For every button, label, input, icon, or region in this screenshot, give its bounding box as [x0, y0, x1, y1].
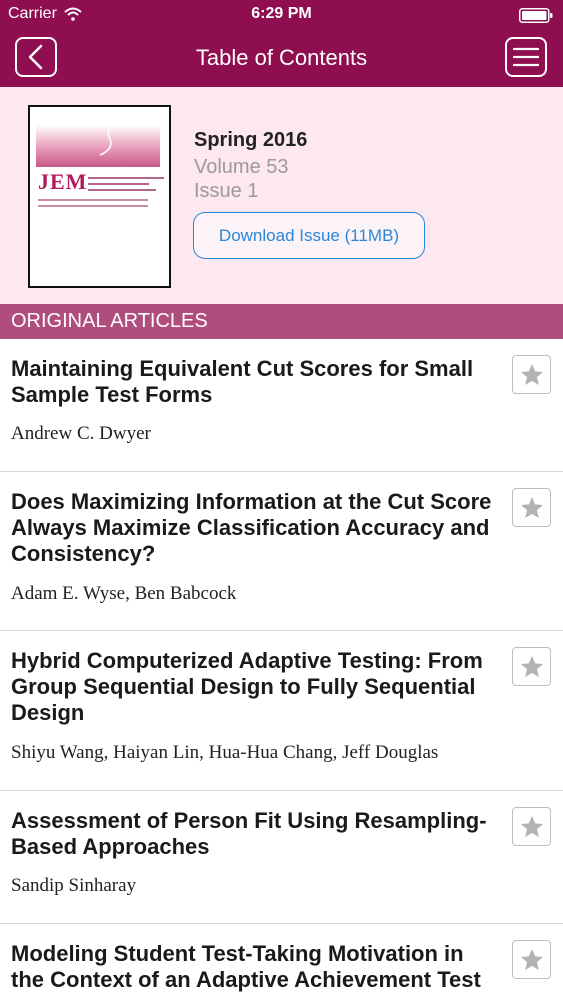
cover-text-lines: [88, 177, 164, 195]
favorite-button[interactable]: [512, 647, 551, 686]
article-title[interactable]: Hybrid Computerized Adaptive Testing: Fr…: [11, 648, 501, 726]
article-title[interactable]: Maintaining Equivalent Cut Scores for Sm…: [11, 356, 501, 408]
list-item[interactable]: Assessment of Person Fit Using Resamplin…: [0, 791, 563, 924]
article-authors: Sandip Sinharay: [11, 875, 137, 896]
article-authors: Andrew C. Dwyer: [11, 423, 151, 444]
hamburger-menu-icon: [513, 47, 539, 67]
favorite-button[interactable]: [512, 940, 551, 979]
article-title[interactable]: Modeling Student Test-Taking Motivation …: [11, 941, 501, 993]
issue-cover-image[interactable]: JEM: [28, 105, 171, 288]
issue-number: Issue 1: [194, 180, 259, 202]
list-item[interactable]: Modeling Student Test-Taking Motivation …: [0, 924, 563, 1000]
section-header: ORIGINAL ARTICLES: [0, 304, 563, 339]
cover-swash-graphic: [99, 118, 121, 156]
star-icon: [520, 655, 543, 677]
battery-icon: [519, 8, 553, 23]
list-item[interactable]: Does Maximizing Information at the Cut S…: [0, 472, 563, 631]
list-item[interactable]: Hybrid Computerized Adaptive Testing: Fr…: [0, 631, 563, 791]
issue-season: Spring 2016: [194, 129, 308, 151]
article-title[interactable]: Does Maximizing Information at the Cut S…: [11, 489, 501, 567]
article-title[interactable]: Assessment of Person Fit Using Resamplin…: [11, 808, 501, 860]
page-title: Table of Contents: [195, 45, 368, 70]
menu-button[interactable]: [505, 37, 547, 77]
cover-sub-lines: [38, 199, 148, 211]
article-authors: Shiyu Wang, Haiyan Lin, Hua-Hua Chang, J…: [11, 742, 439, 763]
star-icon: [520, 363, 543, 385]
article-list: Maintaining Equivalent Cut Scores for Sm…: [0, 339, 563, 1000]
list-item[interactable]: Maintaining Equivalent Cut Scores for Sm…: [0, 339, 563, 472]
nav-bar: Table of Contents: [0, 30, 563, 87]
cover-title: JEM: [38, 169, 88, 194]
download-issue-button[interactable]: Download Issue (11MB): [193, 212, 425, 259]
issue-header: JEM Spring 2016 Volume 53 Issue 1 Downlo…: [0, 87, 563, 304]
star-icon: [520, 815, 543, 837]
favorite-button[interactable]: [512, 807, 551, 846]
star-icon: [520, 496, 543, 518]
favorite-button[interactable]: [512, 488, 551, 527]
status-time: 6:29 PM: [251, 5, 312, 22]
star-icon: [520, 948, 543, 970]
favorite-button[interactable]: [512, 355, 551, 394]
article-authors: Adam E. Wyse, Ben Babcock: [11, 583, 237, 604]
status-bar: Carrier 6:29 PM: [0, 0, 563, 30]
issue-volume: Volume 53: [194, 156, 289, 178]
